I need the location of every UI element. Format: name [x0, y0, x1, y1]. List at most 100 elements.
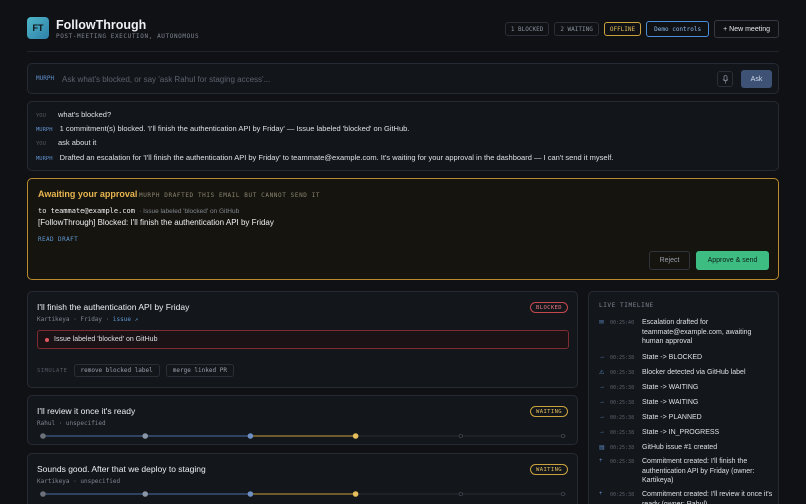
progress-stage-dot	[560, 433, 566, 439]
chat-text: ask about it	[58, 138, 97, 147]
event-text: Escalation drafted for teammate@example.…	[642, 319, 752, 345]
event-text: Commitment created: I'll review it once …	[642, 491, 773, 504]
reject-button[interactable]: Reject	[649, 251, 690, 270]
commitment-card: Sounds good. After that we deploy to sta…	[27, 453, 578, 504]
app-root: FT FollowThrough POST-MEETING EXECUTION,…	[0, 0, 806, 504]
chat-text: what's blocked?	[58, 110, 112, 119]
event-text: Blocker detected via GitHub label	[642, 369, 746, 376]
approval-panel: Awaiting your approval MURPH DRAFTED THI…	[27, 178, 779, 280]
recipient-note: · Issue labeled 'blocked' on GitHub	[139, 208, 240, 215]
to-label: to	[38, 207, 47, 215]
approve-send-button[interactable]: Approve & send	[696, 251, 769, 270]
waiting-count-badge: 2 WAITING	[554, 22, 599, 36]
chat-sender: MURPH	[36, 127, 53, 133]
commitment-meta: Kartikeya · Friday · issue ↗	[37, 316, 139, 323]
draft-subject: [FollowThrough] Blocked: I'll finish the…	[38, 218, 274, 227]
event-timestamp: 00:25:40	[610, 320, 635, 326]
event-timestamp: 00:25:38	[610, 370, 635, 376]
simulate-row: SIMULATE remove blocked label merge link…	[37, 364, 234, 377]
warning-icon: ⚠	[599, 370, 605, 376]
commitment-title: I'll review it once it's ready	[37, 406, 136, 416]
timeline-event: → 00:25:38 State -> WAITING	[599, 398, 774, 408]
timeline-title: LIVE TIMELINE	[599, 302, 654, 309]
ask-button[interactable]: Ask	[741, 70, 772, 88]
blocked-count-badge: 1 BLOCKED	[504, 22, 550, 36]
header-actions: 1 BLOCKED 2 WAITING OFFLINE Demo control…	[504, 20, 779, 38]
arrow-icon: →	[599, 399, 605, 405]
blocker-text: Issue labeled 'blocked' on GitHub	[54, 336, 158, 343]
chat-sender: MURPH	[36, 156, 53, 162]
progress-stage-dot	[560, 491, 566, 497]
commitment-meta: Rahul · unspecified	[37, 420, 106, 427]
commitment-title: Sounds good. After that we deploy to sta…	[37, 464, 206, 474]
app-header: FT FollowThrough POST-MEETING EXECUTION,…	[27, 17, 779, 43]
event-timestamp: 00:25:38	[610, 385, 635, 391]
chat-text: Drafted an escalation for 'I'll finish t…	[59, 153, 614, 162]
timeline-event: ⚠ 00:25:38 Blocker detected via GitHub lab…	[599, 368, 774, 378]
approval-subtitle: MURPH DRAFTED THIS EMAIL BUT CANNOT SEND…	[139, 192, 321, 199]
merge-linked-pr-button[interactable]: merge linked PR	[165, 364, 234, 377]
issue-link[interactable]: issue ↗	[113, 316, 138, 323]
arrow-icon: →	[599, 429, 605, 435]
commitment-meta: Kartikeya · unspecified	[37, 478, 121, 485]
event-timestamp: 00:25:38	[610, 430, 635, 436]
app-logo: FT	[27, 17, 49, 39]
event-text: GitHub issue #1 created	[642, 444, 718, 451]
plus-icon: +	[599, 458, 603, 464]
progress-stage-dot	[40, 491, 46, 497]
event-text: State -> WAITING	[642, 399, 699, 406]
arrow-icon: →	[599, 414, 605, 420]
status-badge: BLOCKED	[530, 302, 568, 313]
app-title: FollowThrough	[56, 18, 147, 32]
header-divider	[27, 51, 779, 52]
read-draft-link[interactable]: READ DRAFT	[38, 236, 78, 243]
chat-sender: YOU	[36, 113, 46, 119]
progress-stage-dot	[352, 491, 359, 497]
mail-icon: ✉	[599, 320, 605, 326]
commitment-owner: Kartikeya	[37, 478, 70, 485]
event-timestamp: 00:25:38	[610, 445, 635, 451]
event-timestamp: 00:25:38	[610, 400, 635, 406]
progress-stage-dot	[247, 491, 254, 497]
event-timestamp: 00:25:38	[610, 355, 635, 361]
status-badge: WAITING	[530, 406, 568, 417]
progress-track	[40, 433, 566, 439]
demo-controls-button[interactable]: Demo controls	[646, 21, 710, 37]
simulate-label: SIMULATE	[37, 367, 68, 374]
chat-message: YOU ask about it	[36, 138, 96, 147]
event-timestamp: 00:25:38	[610, 459, 635, 465]
commitment-due: Friday	[80, 316, 103, 323]
timeline-event: +00:25:38 Commitment created: I'll finish…	[599, 457, 774, 486]
status-badge: WAITING	[530, 464, 568, 475]
chat-message: MURPH 1 commitment(s) blocked. 'I'll fin…	[36, 124, 409, 133]
live-timeline: LIVE TIMELINE ✉ 00:25:40 Escalation drafte…	[588, 291, 779, 504]
progress-stage-dot	[458, 433, 463, 439]
progress-stage-dot	[40, 433, 46, 439]
commitment-owner: Kartikeya	[37, 316, 70, 323]
chat-log: YOU what's blocked? MURPH 1 commitment(s…	[27, 101, 779, 171]
new-meeting-button[interactable]: + New meeting	[714, 20, 779, 38]
remove-blocked-label-button[interactable]: remove blocked label	[73, 364, 160, 377]
progress-stage-dot	[458, 491, 463, 497]
draft-recipient: to teammate@example.com · Issue labeled …	[38, 207, 239, 215]
timeline-event: → 00:25:38 State -> IN_PROGRESS	[599, 428, 774, 438]
blocker-dot-icon	[45, 338, 49, 342]
event-text: Commitment created: I'll finish the auth…	[642, 458, 755, 484]
timeline-event: ✉ 00:25:40 Escalation drafted for teammate…	[599, 318, 774, 347]
commitment-due: unspecified	[65, 420, 106, 427]
chat-sender: YOU	[36, 141, 46, 147]
plus-icon: +	[599, 491, 603, 497]
event-text: State -> WAITING	[642, 384, 699, 391]
progress-stage-dot	[352, 433, 359, 439]
timeline-event: +00:25:38 Commitment created: I'll review…	[599, 490, 774, 504]
timeline-event: → 00:25:38 State -> PLANNED	[599, 413, 774, 423]
commitment-due: unspecified	[80, 478, 121, 485]
approval-title: Awaiting your approval	[38, 189, 138, 199]
event-timestamp: 00:25:38	[610, 492, 635, 498]
microphone-icon[interactable]	[717, 71, 733, 87]
ask-bar: MURPH Ask	[27, 63, 779, 94]
event-text: State -> IN_PROGRESS	[642, 429, 720, 436]
commitment-card: I'll review it once it's ready Rahul · u…	[27, 395, 578, 445]
commitment-card: I'll finish the authentication API by Fr…	[27, 291, 578, 388]
ask-input[interactable]	[62, 71, 702, 87]
